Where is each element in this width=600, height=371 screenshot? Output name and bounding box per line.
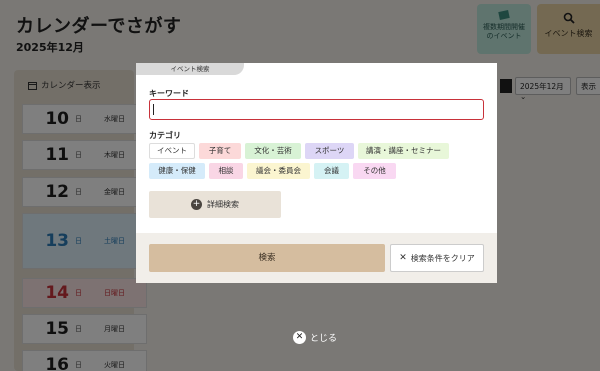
plus-icon: +	[191, 199, 202, 210]
category-chip-assembly[interactable]: 議会・委員会	[247, 163, 310, 179]
close-icon: ✕	[293, 331, 306, 344]
category-chip-sports[interactable]: スポーツ	[305, 143, 354, 159]
close-x-icon: ✕	[399, 253, 407, 263]
keyword-input[interactable]	[149, 99, 484, 120]
keyword-label: キーワード	[149, 89, 189, 98]
category-chip-other[interactable]: その他	[353, 163, 396, 179]
category-chip-lecture[interactable]: 講演・講座・セミナー	[358, 143, 449, 159]
category-chip-consultation[interactable]: 相談	[209, 163, 243, 179]
category-chip-event[interactable]: イベント	[149, 143, 195, 159]
search-button[interactable]: 検索	[149, 244, 385, 272]
close-modal-button[interactable]: ✕ とじる	[293, 331, 337, 344]
modal-tab-title: イベント検索	[136, 63, 244, 75]
category-chip-health[interactable]: 健康・保健	[149, 163, 205, 179]
category-chip-childcare[interactable]: 子育て	[199, 143, 241, 159]
category-chip-culture[interactable]: 文化・芸術	[245, 143, 301, 159]
clear-conditions-label: 検索条件をクリア	[410, 253, 475, 263]
category-chip-meeting[interactable]: 会議	[314, 163, 349, 179]
advanced-search-label: 詳細検索	[207, 200, 239, 209]
category-label: カテゴリ	[149, 131, 181, 140]
clear-conditions-button[interactable]: ✕ 検索条件をクリア	[390, 244, 484, 272]
text-caret	[153, 104, 154, 115]
advanced-search-button[interactable]: + 詳細検索	[149, 191, 281, 218]
close-label: とじる	[310, 334, 338, 344]
